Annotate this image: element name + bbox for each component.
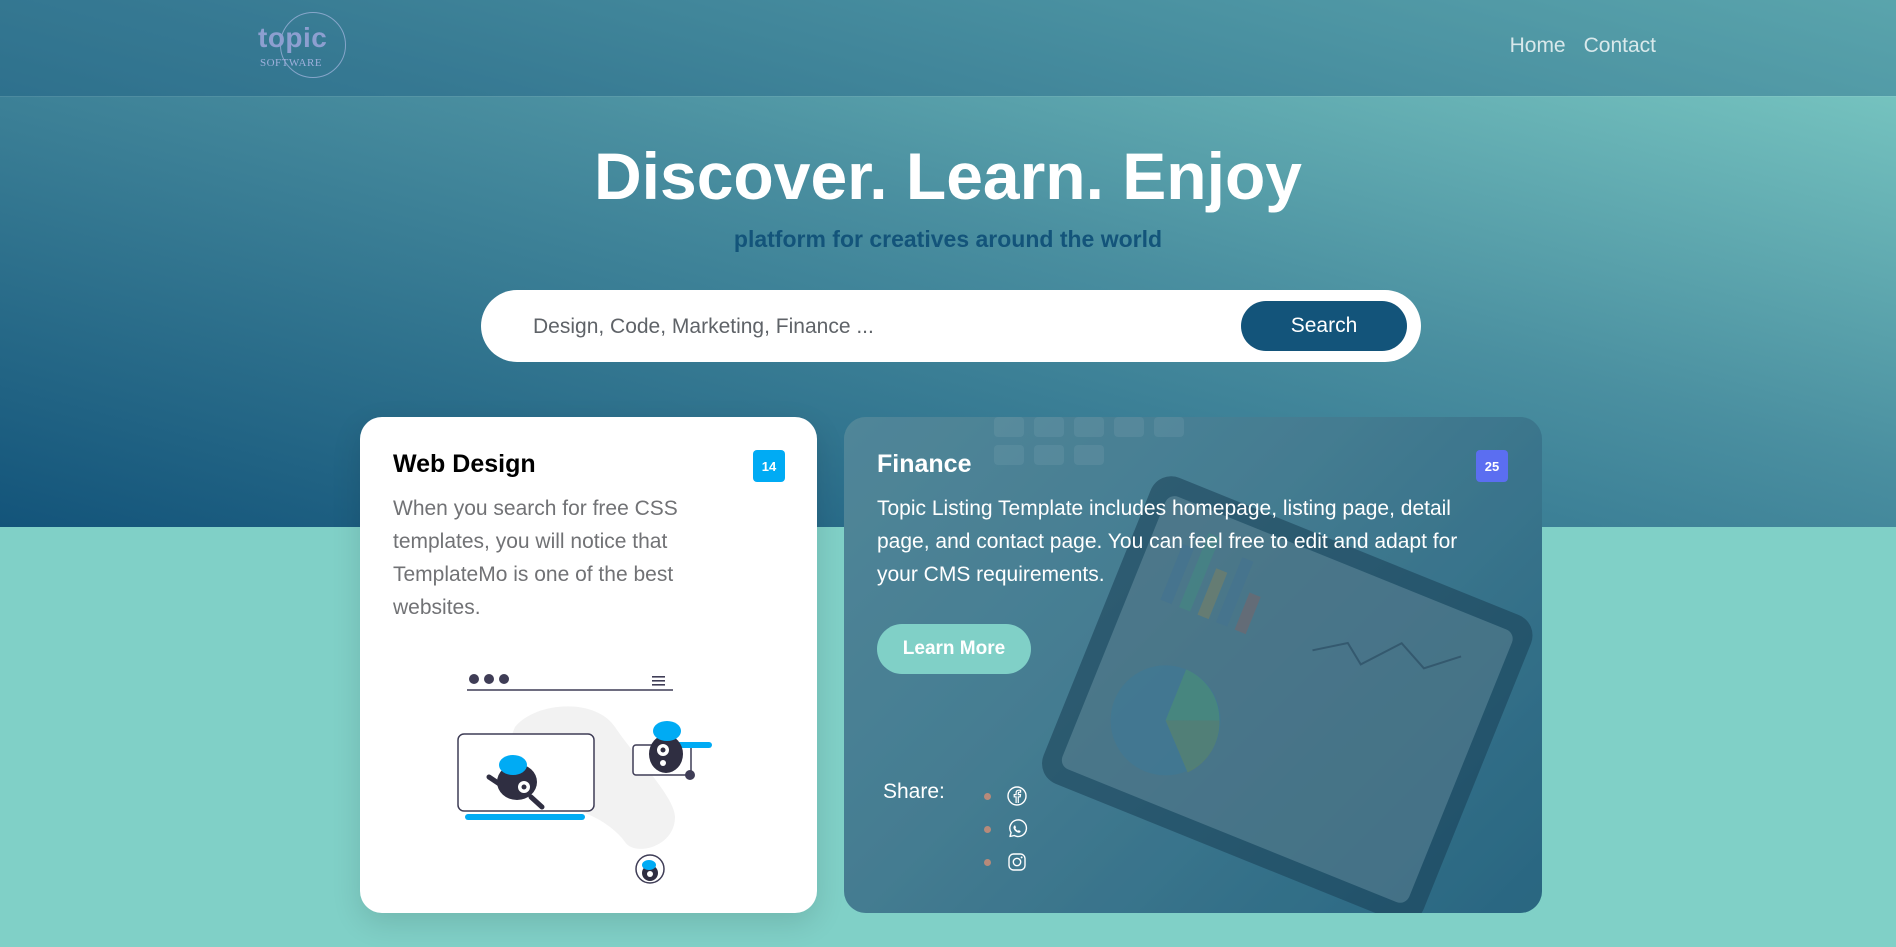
nav-links: Home Contact xyxy=(1510,34,1656,58)
search-input[interactable] xyxy=(531,306,1215,348)
card-title-web-design: Web Design xyxy=(393,450,536,478)
card-title-finance: Finance xyxy=(877,450,972,478)
list-bullet xyxy=(984,859,991,866)
hero-title: Discover. Learn. Enjoy xyxy=(594,139,1302,213)
list-bullet xyxy=(984,826,991,833)
nav-link-home[interactable]: Home xyxy=(1510,34,1566,58)
web-design-illustration xyxy=(457,674,712,884)
card-description: When you search for free CSS templates, … xyxy=(393,497,678,619)
share-item-whatsapp xyxy=(984,814,1044,847)
list-bullet xyxy=(984,793,991,800)
share-list xyxy=(984,781,1044,880)
instagram-icon[interactable] xyxy=(1006,851,1028,873)
topic-card-web-design[interactable]: Web Design 14 When you search for free C… xyxy=(360,417,817,913)
share-item-facebook xyxy=(984,781,1044,814)
logo-subtext: SOFTWARE xyxy=(260,57,323,69)
facebook-icon[interactable] xyxy=(1006,785,1028,807)
share-label: Share: xyxy=(883,780,945,803)
search-form: Search xyxy=(481,290,1421,362)
card-description: Topic Listing Template includes homepage… xyxy=(877,497,1458,586)
share-item-instagram xyxy=(984,847,1044,880)
badge-count: 25 xyxy=(1476,450,1508,482)
nav-link-contact[interactable]: Contact xyxy=(1584,34,1656,58)
navbar: topic SOFTWARE Home Contact xyxy=(0,0,1896,96)
site-logo[interactable]: topic SOFTWARE xyxy=(254,10,346,82)
topic-card-finance[interactable]: Finance 25 Topic Listing Template includ… xyxy=(844,417,1542,913)
search-button[interactable]: Search xyxy=(1241,301,1407,351)
whatsapp-icon[interactable] xyxy=(1006,818,1028,840)
hero-subtitle: platform for creatives around the world xyxy=(733,226,1163,252)
logo-text: topic xyxy=(258,22,328,53)
badge-count: 14 xyxy=(753,450,785,482)
learn-more-button[interactable]: Learn More xyxy=(877,624,1031,674)
